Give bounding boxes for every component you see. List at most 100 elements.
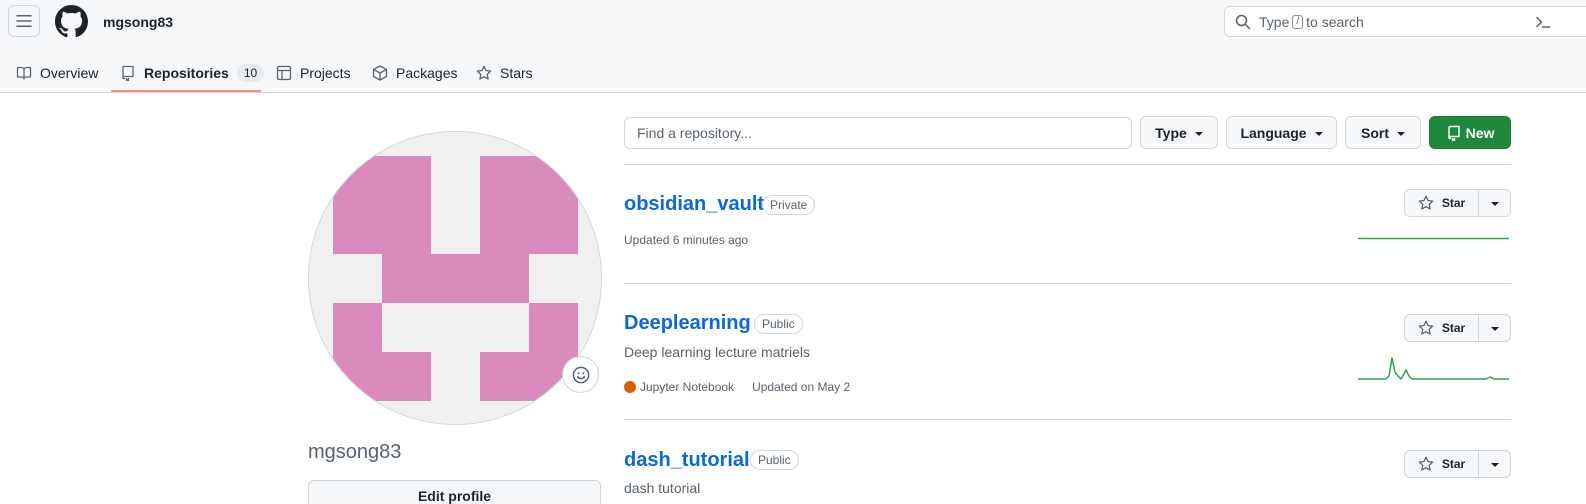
identicon-block	[333, 352, 382, 401]
star-button-label: Star	[1441, 196, 1466, 210]
smiley-icon	[572, 366, 589, 383]
repo-icon	[1447, 125, 1460, 141]
identicon-block	[382, 254, 431, 303]
identicon-block	[382, 205, 431, 254]
star-icon	[1418, 456, 1434, 471]
github-logo-icon[interactable]	[55, 5, 88, 38]
sort-filter-button[interactable]: Sort	[1345, 116, 1421, 149]
repo-link-deeplearning[interactable]: Deeplearning	[624, 312, 751, 335]
chevron-down-icon	[1490, 327, 1499, 331]
star-button[interactable]: Star	[1405, 190, 1479, 216]
new-repository-button[interactable]: New	[1429, 116, 1511, 149]
visibility-badge: Public	[754, 314, 803, 334]
star-list-dropdown[interactable]	[1479, 190, 1510, 216]
repo-icon	[122, 65, 134, 81]
header-username[interactable]: mgsong83	[103, 14, 173, 30]
repo-link-dash-tutorial[interactable]: dash_tutorial	[624, 449, 750, 472]
chevron-down-icon	[1490, 202, 1499, 206]
language-color-dot	[624, 381, 636, 393]
repo-meta: Jupyter Notebook Updated on May 2	[624, 380, 850, 394]
star-button[interactable]: Star	[1405, 315, 1479, 341]
chevron-down-icon	[1397, 131, 1405, 136]
repo-language: Jupyter Notebook	[640, 380, 735, 394]
tab-projects[interactable]: Projects	[276, 53, 351, 93]
search-suffix-text: to search	[1306, 13, 1364, 30]
list-divider	[624, 164, 1511, 165]
repositories-count-badge: 10	[236, 64, 265, 82]
star-icon	[1418, 320, 1434, 335]
star-button-group: Star	[1404, 450, 1511, 478]
identicon-image	[309, 132, 601, 424]
hamburger-icon	[16, 15, 32, 27]
identicon-block	[333, 156, 382, 205]
star-button-group: Star	[1404, 314, 1511, 342]
tab-projects-label: Projects	[300, 65, 351, 81]
tab-stars[interactable]: Stars	[476, 53, 533, 93]
repo-meta: Updated 6 minutes ago	[624, 233, 748, 247]
chevron-down-icon	[1490, 463, 1499, 467]
identicon-block	[382, 156, 431, 205]
language-filter-button[interactable]: Language	[1226, 116, 1337, 149]
activity-sparkline	[1358, 237, 1509, 240]
repo-description: dash tutorial	[624, 480, 701, 496]
avatar[interactable]	[308, 131, 602, 425]
tab-repositories[interactable]: Repositories 10	[120, 53, 265, 93]
star-icon	[476, 65, 492, 80]
identicon-block	[529, 156, 578, 205]
identicon-block	[480, 352, 529, 401]
identicon-block	[431, 254, 480, 303]
star-list-dropdown[interactable]	[1479, 451, 1510, 477]
visibility-badge: Private	[762, 195, 816, 215]
search-prefix-text: Type	[1259, 13, 1290, 30]
identicon-block	[480, 205, 529, 254]
identicon-block	[529, 205, 578, 254]
repo-description: Deep learning lecture matriels	[624, 344, 810, 360]
search-icon	[1235, 14, 1251, 29]
updated-time: Updated 6 minutes ago	[624, 233, 749, 247]
active-tab-indicator	[111, 90, 261, 92]
identicon-block	[333, 303, 382, 352]
search-shortcut-key: /	[1292, 14, 1304, 29]
tab-stars-label: Stars	[500, 65, 533, 81]
command-palette-icon[interactable]	[1535, 14, 1551, 30]
tab-repositories-label: Repositories	[144, 65, 229, 81]
star-list-dropdown[interactable]	[1479, 315, 1510, 341]
tab-packages-label: Packages	[396, 65, 458, 81]
find-repository-input[interactable]	[624, 117, 1132, 149]
table-icon	[276, 65, 292, 81]
identicon-block	[333, 205, 382, 254]
language-filter-label: Language	[1240, 124, 1307, 141]
star-icon	[1418, 195, 1434, 210]
identicon-block	[480, 254, 529, 303]
visibility-badge: Public	[750, 450, 799, 470]
identicon-block	[382, 352, 431, 401]
tab-overview-label: Overview	[40, 65, 99, 81]
sort-filter-label: Sort	[1361, 124, 1389, 141]
new-repository-label: New	[1465, 124, 1495, 141]
star-button-label: Star	[1441, 321, 1466, 335]
identicon-block	[480, 156, 529, 205]
profile-username: mgsong83	[308, 441, 402, 463]
repo-link-obsidian-vault[interactable]: obsidian_vault	[624, 193, 764, 216]
package-icon	[372, 65, 388, 81]
type-filter-button[interactable]: Type	[1140, 116, 1218, 149]
search-input[interactable]: Type / to search	[1224, 6, 1586, 37]
updated-time: Updated on May 2	[752, 380, 851, 394]
list-divider	[624, 283, 1511, 284]
identicon-block	[529, 303, 578, 352]
book-icon	[16, 66, 32, 80]
edit-profile-button[interactable]: Edit profile	[308, 480, 601, 504]
star-button[interactable]: Star	[1405, 451, 1479, 477]
list-divider	[624, 419, 1511, 420]
hamburger-menu-button[interactable]	[8, 5, 40, 37]
chevron-down-icon	[1194, 131, 1203, 136]
chevron-down-icon	[1314, 131, 1323, 136]
star-button-group: Star	[1404, 189, 1511, 217]
activity-sparkline	[1358, 357, 1509, 380]
tab-packages[interactable]: Packages	[372, 53, 457, 93]
tab-overview[interactable]: Overview	[16, 53, 98, 93]
set-status-button[interactable]	[562, 356, 599, 393]
global-header: mgsong83 Type / to search Overview Repos…	[0, 0, 1586, 93]
type-filter-label: Type	[1155, 124, 1187, 141]
star-button-label: Star	[1441, 457, 1466, 471]
